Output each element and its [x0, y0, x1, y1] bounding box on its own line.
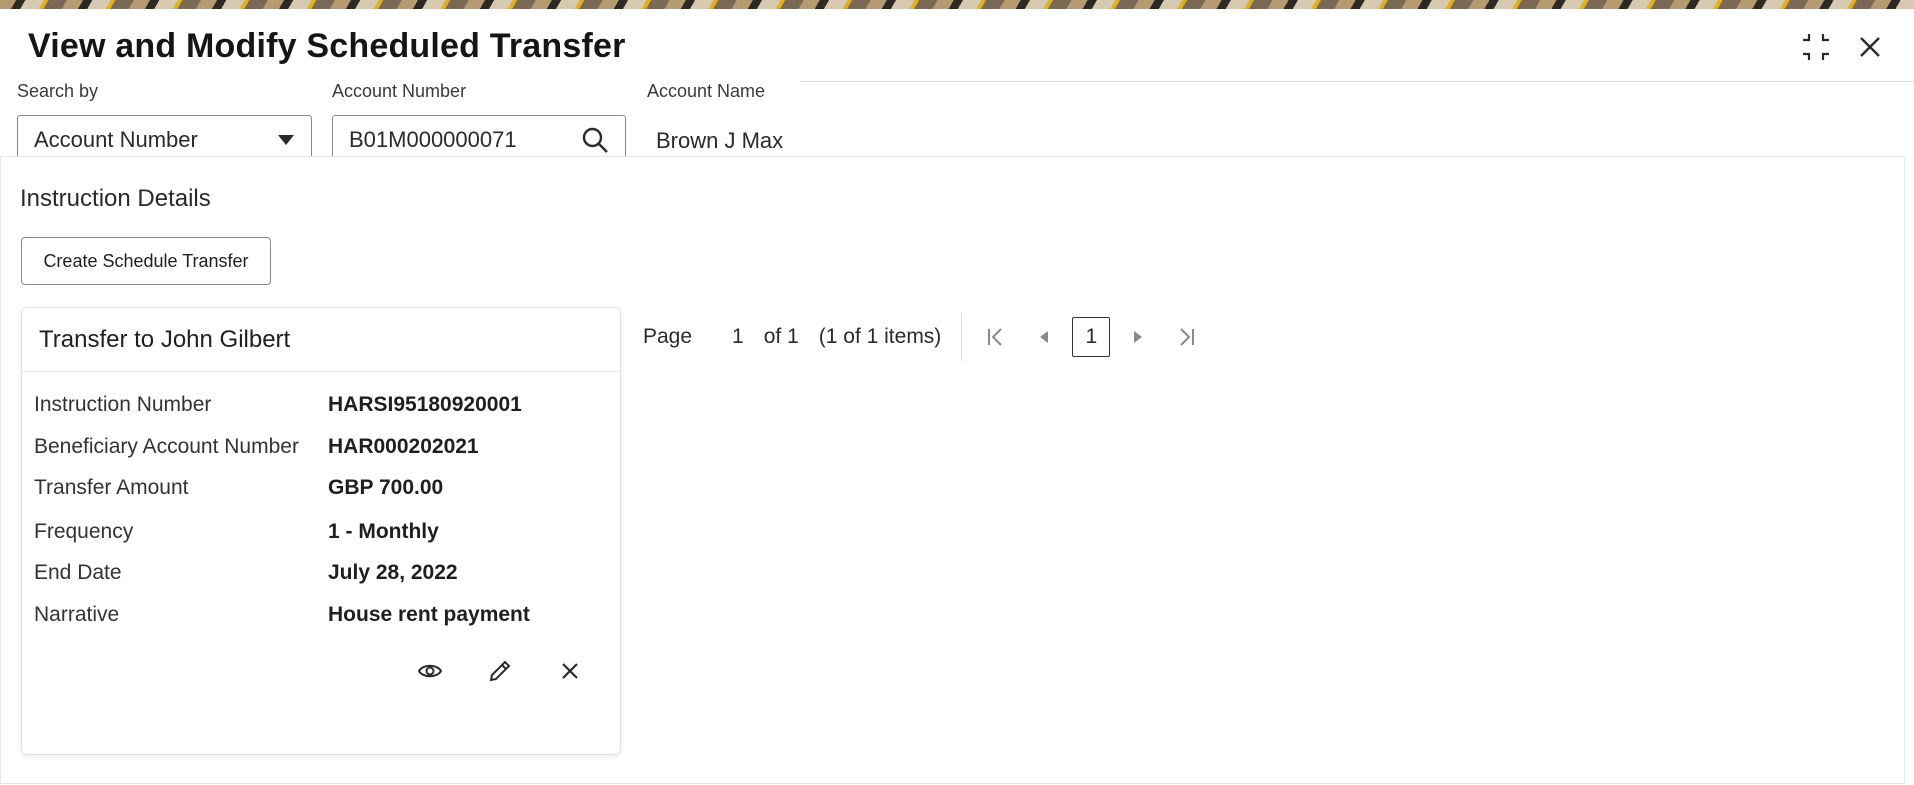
current-page[interactable]: 1 — [1072, 317, 1111, 357]
detail-value: GBP 700.00 — [328, 476, 444, 499]
collapse-icon — [1803, 34, 1829, 60]
detail-row-end-date: End Date July 28, 2022 — [34, 561, 458, 585]
account-name-field: Account Name — [647, 81, 765, 102]
account-name-label: Account Name — [647, 81, 766, 101]
pencil-icon — [489, 660, 511, 682]
detail-label: Narrative — [34, 603, 120, 626]
account-name-value: Brown J Max — [656, 128, 784, 153]
detail-value: House rent payment — [328, 603, 530, 626]
detail-label: Frequency — [34, 520, 134, 543]
search-by-field: Search by — [17, 81, 98, 102]
header-divider — [800, 81, 1914, 82]
last-page-icon — [1180, 328, 1195, 346]
caret-down-icon — [278, 135, 294, 145]
search-by-label: Search by — [17, 81, 99, 101]
detail-value: HAR000202021 — [328, 435, 479, 458]
detail-value: 1 - Monthly — [328, 520, 439, 543]
detail-label: Beneficiary Account Number — [34, 435, 299, 458]
detail-row-frequency: Frequency 1 - Monthly — [34, 520, 439, 544]
pager-divider — [961, 313, 963, 361]
window-controls — [1798, 29, 1888, 65]
collapse-button[interactable] — [1798, 29, 1834, 65]
eye-icon — [417, 664, 443, 678]
pagination: Page 1 of 1 (1 of 1 items) 1 — [643, 313, 1204, 361]
search-icon[interactable] — [581, 126, 609, 154]
last-page-button[interactable] — [1168, 319, 1204, 355]
close-icon — [562, 663, 578, 679]
account-number-label: Account Number — [332, 81, 467, 101]
previous-page-button[interactable] — [1026, 319, 1062, 355]
next-page-button[interactable] — [1120, 319, 1156, 355]
search-bar: Search by Account Number Account Number … — [0, 73, 800, 165]
card-divider — [22, 371, 620, 372]
detail-value: HARSI95180920001 — [328, 393, 522, 416]
detail-row-transfer-amount: Transfer Amount GBP 700.00 — [34, 476, 443, 500]
detail-row-instruction-number: Instruction Number HARSI95180920001 — [34, 393, 522, 417]
caret-left-icon — [1040, 331, 1049, 343]
detail-label: Instruction Number — [34, 393, 212, 416]
detail-value: July 28, 2022 — [328, 561, 458, 584]
background-banner — [0, 0, 1914, 9]
card-title: Transfer to John Gilbert — [39, 326, 291, 353]
view-button[interactable] — [412, 653, 448, 689]
create-schedule-transfer-button[interactable]: Create Schedule Transfer — [21, 237, 271, 285]
page-label: Page — [643, 325, 693, 348]
page-total: of 1 — [763, 325, 799, 348]
account-number-field: Account Number — [332, 81, 466, 102]
transfer-card: Transfer to John Gilbert Instruction Num… — [21, 307, 621, 755]
section-title: Instruction Details — [20, 185, 211, 212]
first-page-button[interactable] — [978, 319, 1014, 355]
edit-button[interactable] — [482, 653, 518, 689]
close-icon — [1860, 37, 1880, 57]
detail-label: End Date — [34, 561, 122, 584]
page-title: View and Modify Scheduled Transfer — [28, 27, 626, 65]
caret-right-icon — [1134, 331, 1143, 343]
detail-row-beneficiary-account: Beneficiary Account Number HAR000202021 — [34, 435, 479, 459]
page-number-input[interactable]: 1 — [732, 325, 744, 349]
dialog-window: View and Modify Scheduled Transfer Searc… — [0, 9, 1914, 785]
detail-row-narrative: Narrative House rent payment — [34, 603, 530, 627]
close-button[interactable] — [1852, 29, 1888, 65]
detail-label: Transfer Amount — [34, 476, 189, 499]
account-number-value: B01M000000071 — [349, 127, 517, 152]
first-page-icon — [988, 328, 1003, 346]
card-actions — [412, 653, 588, 689]
items-summary: (1 of 1 items) — [818, 325, 942, 348]
delete-button[interactable] — [552, 653, 588, 689]
search-by-value: Account Number — [34, 127, 198, 152]
instruction-panel: Instruction Details Create Schedule Tran… — [0, 156, 1905, 784]
